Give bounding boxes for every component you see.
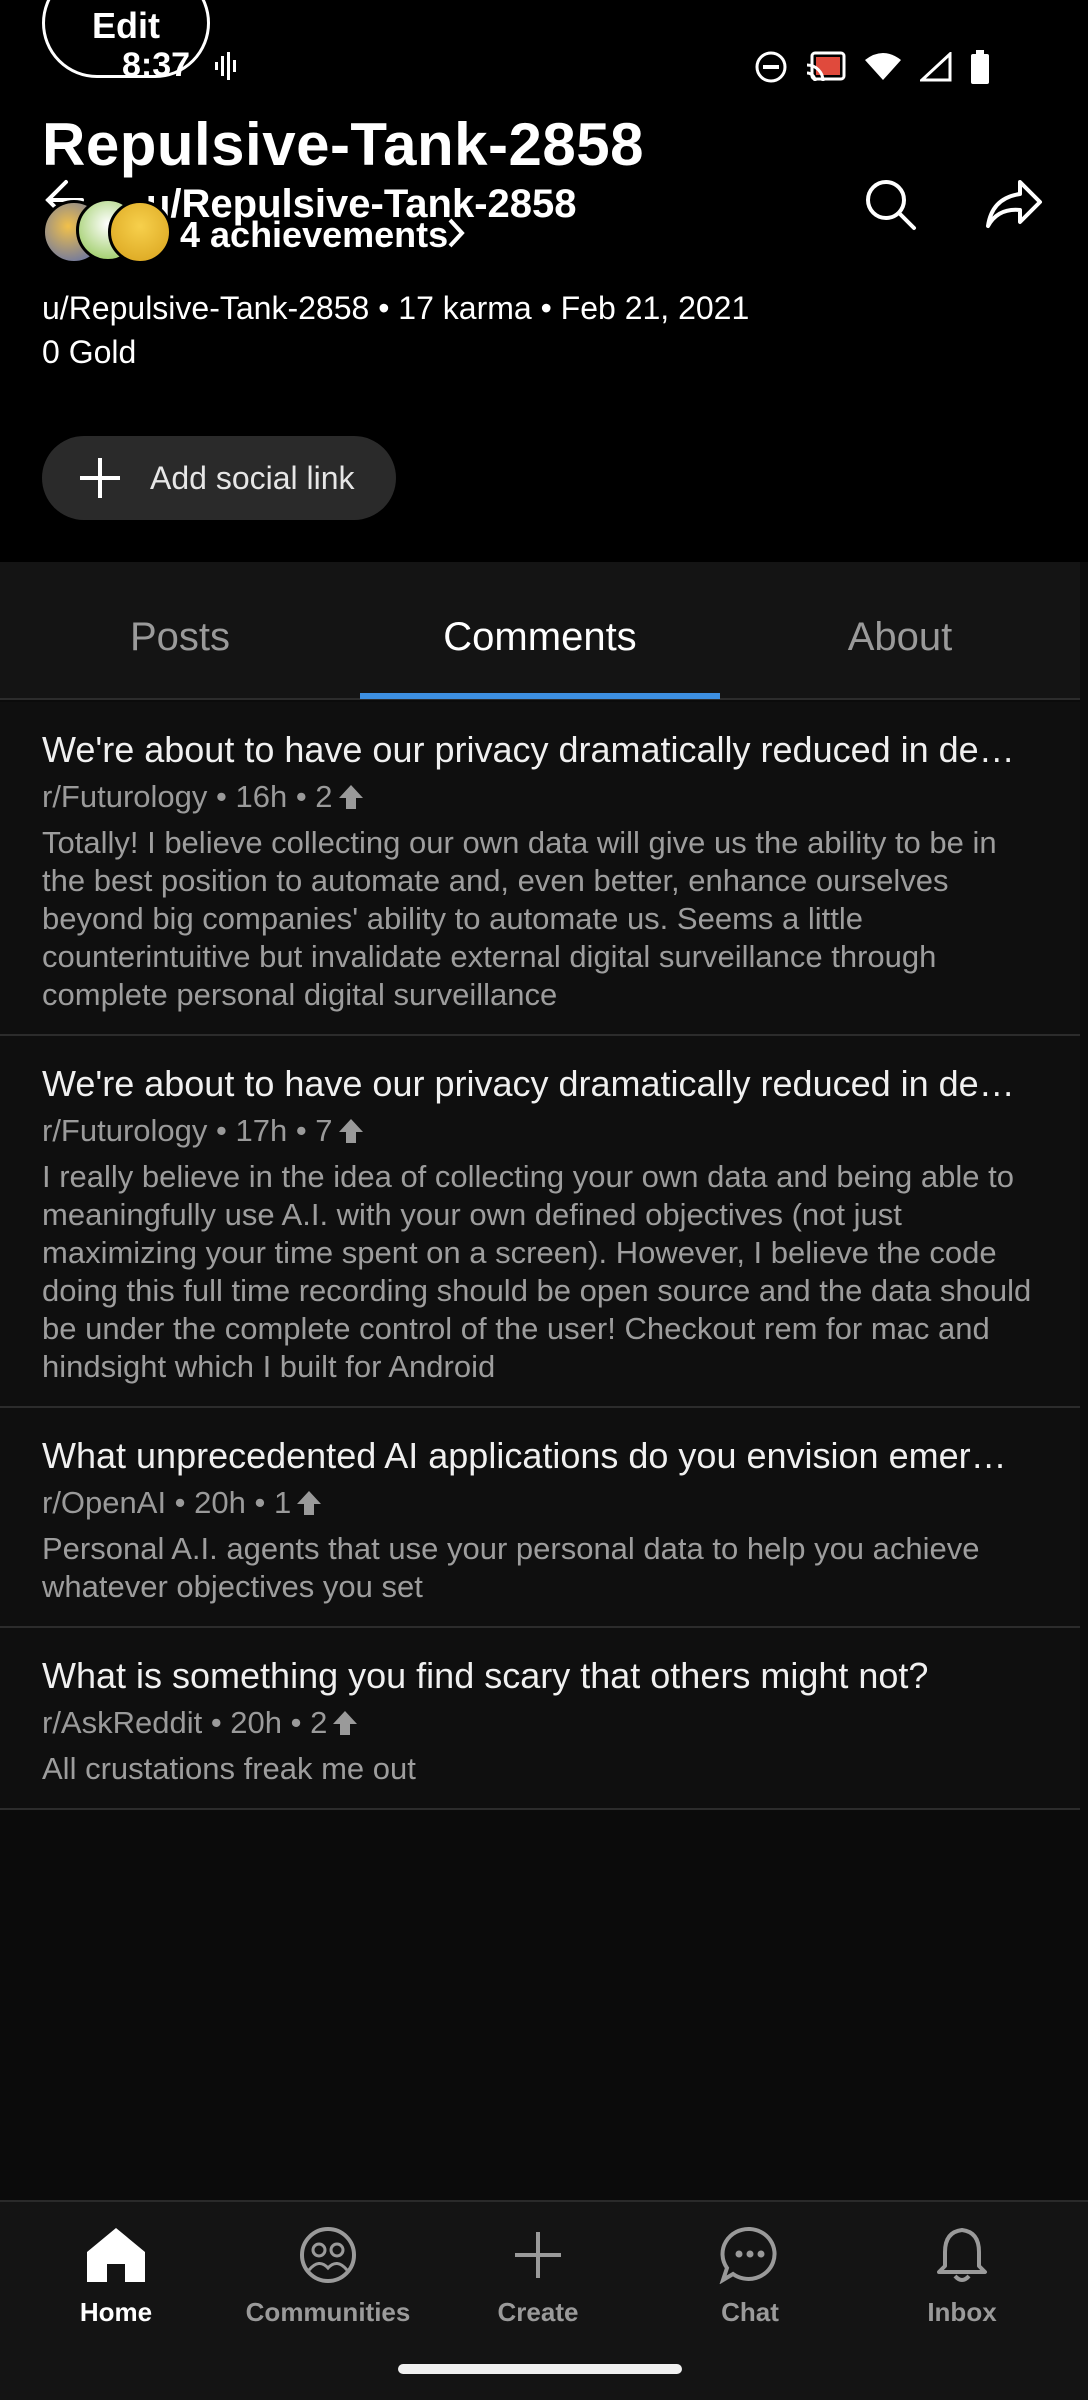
nav-create[interactable]: Create — [438, 2226, 638, 2328]
achievements-link[interactable]: 4 achievements — [180, 214, 448, 256]
comments-feed: We're about to have our privacy dramatic… — [0, 702, 1080, 1810]
nav-inbox[interactable]: Inbox — [862, 2226, 1062, 2328]
comment-item[interactable]: We're about to have our privacy dramatic… — [0, 1036, 1080, 1408]
search-icon[interactable] — [862, 176, 918, 232]
comment-item[interactable]: What unprecedented AI applications do yo… — [0, 1408, 1080, 1628]
upvote-icon — [338, 785, 363, 809]
battery-icon — [971, 50, 989, 84]
communities-icon — [300, 2227, 356, 2283]
active-tab-indicator — [360, 693, 720, 699]
status-time: 8:37 — [122, 46, 191, 84]
profile-tabs: Posts Comments About — [0, 562, 1080, 700]
comment-post-title[interactable]: We're about to have our privacy dramatic… — [42, 728, 1042, 772]
comment-body: Personal A.I. agents that use your perso… — [42, 1531, 980, 1604]
comment-meta-row: r/OpenAI • 20h • 1 — [42, 1482, 1038, 1524]
comment-meta-row: r/AskReddit • 20h • 2 — [42, 1702, 1038, 1744]
plus-icon — [80, 458, 120, 498]
comment-post-title[interactable]: What unprecedented AI applications do yo… — [42, 1434, 1042, 1478]
achievement-badges[interactable] — [42, 196, 172, 266]
plus-icon — [515, 2232, 561, 2278]
comment-body: Totally! I believe collecting our own da… — [42, 825, 997, 1012]
comment-post-title[interactable]: What is something you find scary that ot… — [42, 1654, 1042, 1698]
comment-meta: r/Futurology • 16h • 2 — [42, 779, 333, 814]
upvote-icon — [333, 1711, 358, 1735]
comment-body: All crustations freak me out — [42, 1751, 416, 1786]
comment-meta: r/OpenAI • 20h • 1 — [42, 1485, 292, 1520]
comment-meta: r/AskReddit • 20h • 2 — [42, 1705, 328, 1740]
nav-home-label: Home — [79, 2297, 153, 2327]
gesture-home-bar[interactable] — [398, 2364, 682, 2374]
nav-create-label: Create — [497, 2297, 579, 2327]
nav-inbox-label: Inbox — [927, 2297, 997, 2327]
comment-item[interactable]: What is something you find scary that ot… — [0, 1628, 1080, 1810]
upvote-icon — [297, 1491, 322, 1515]
comment-post-title[interactable]: We're about to have our privacy dramatic… — [42, 1062, 1042, 1106]
profile-meta: u/Repulsive-Tank-2858 • 17 karma • Feb 2… — [42, 290, 750, 326]
badge-3 — [108, 200, 172, 264]
add-social-link-button[interactable]: Add social link — [42, 436, 396, 520]
tab-posts[interactable]: Posts — [0, 562, 360, 700]
share-icon[interactable] — [984, 176, 1044, 232]
gold-count: 0 Gold — [42, 334, 137, 370]
nav-communities[interactable]: Communities — [228, 2226, 428, 2328]
do-not-disturb-icon — [755, 51, 787, 83]
profile-display-name: Repulsive-Tank-2858 — [42, 111, 644, 178]
home-icon — [87, 2228, 145, 2282]
add-social-link-label: Add social link — [150, 459, 355, 496]
nav-chat[interactable]: Chat — [650, 2226, 850, 2328]
comment-item[interactable]: We're about to have our privacy dramatic… — [0, 702, 1080, 1036]
comment-meta: r/Futurology • 17h • 7 — [42, 1113, 333, 1148]
signal-icon — [920, 52, 952, 82]
chat-icon — [719, 2226, 777, 2285]
nav-chat-label: Chat — [721, 2297, 779, 2327]
comment-meta-row: r/Futurology • 17h • 7 — [42, 1110, 1038, 1152]
cast-icon — [806, 51, 846, 82]
audio-wave-icon — [215, 52, 236, 80]
wifi-icon — [865, 53, 901, 80]
profile-header: Edit 8:37 Repulsive-Tank-2858 u/Repulsiv… — [0, 0, 1088, 562]
nav-home[interactable]: Home — [16, 2226, 216, 2328]
upvote-icon — [338, 1119, 363, 1143]
bell-icon — [937, 2228, 987, 2282]
nav-communities-label: Communities — [245, 2297, 411, 2327]
tab-about[interactable]: About — [720, 562, 1080, 700]
tab-comments[interactable]: Comments — [360, 562, 720, 700]
chevron-right-icon — [448, 218, 465, 248]
edit-label: Edit — [92, 5, 160, 46]
status-icons — [754, 50, 990, 84]
comment-body: I really believe in the idea of collecti… — [42, 1159, 1032, 1384]
comment-meta-row: r/Futurology • 16h • 2 — [42, 776, 1038, 818]
